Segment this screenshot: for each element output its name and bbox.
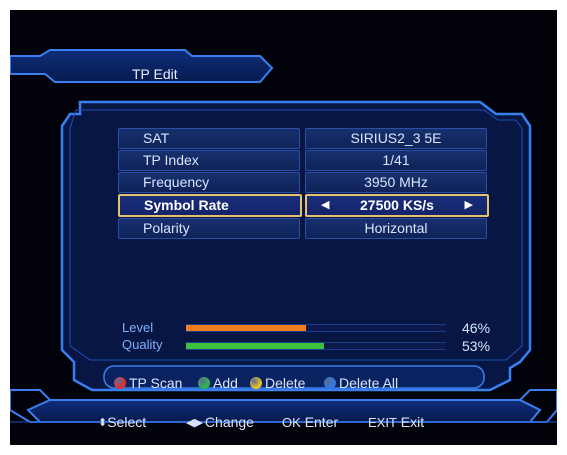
row-value-cell: ◀ 27500 KS/s ▶: [305, 194, 489, 217]
row-label: Polarity: [143, 220, 190, 236]
legend-label: Add: [213, 375, 238, 391]
row-label-cell: Symbol Rate: [118, 194, 302, 217]
row-value: 3950 MHz: [364, 174, 428, 190]
level-value: 46%: [462, 320, 491, 336]
hint-label: Select: [107, 414, 147, 430]
row-value: 27500 KS/s: [360, 197, 434, 213]
up-down-arrows-icon: ⬍: [98, 417, 108, 429]
quality-label: Quality: [122, 337, 163, 352]
tp-edit-screen: TP Edit SAT SIRIUS2_3 5E TP Index 1/41 F…: [10, 10, 557, 445]
hint-key: OK: [282, 415, 301, 430]
legend-label: TP Scan: [129, 375, 183, 391]
row-value-cell: SIRIUS2_3 5E: [305, 128, 487, 149]
hint-label: Enter: [304, 414, 339, 430]
left-right-arrows-icon: ◀▶: [186, 417, 203, 429]
quality-bar: [186, 342, 446, 350]
legend-tp-scan[interactable]: TP Scan: [114, 375, 182, 391]
right-arrow-icon[interactable]: ▶: [465, 198, 473, 211]
row-label: TP Index: [143, 152, 199, 168]
hint-exit: EXIT Exit: [368, 414, 424, 430]
row-value-cell: Horizontal: [305, 218, 487, 239]
row-label-cell: TP Index: [118, 150, 300, 171]
row-label: Frequency: [143, 174, 210, 190]
legend-delete-all[interactable]: Delete All: [324, 375, 398, 391]
legend-add[interactable]: Add: [198, 375, 238, 391]
quality-value: 53%: [462, 338, 491, 354]
row-label: SAT: [143, 130, 170, 146]
level-bar-fill: [186, 325, 306, 331]
legend-delete[interactable]: Delete: [250, 375, 305, 391]
green-button-icon: [198, 377, 210, 389]
legend-label: Delete: [265, 375, 306, 391]
row-label-cell: Frequency: [118, 172, 300, 193]
row-value: SIRIUS2_3 5E: [350, 130, 442, 146]
yellow-button-icon: [250, 377, 262, 389]
hint-change: ◀▶ Change: [186, 414, 254, 430]
hint-label: Exit: [400, 414, 425, 430]
row-label-cell: SAT: [118, 128, 300, 149]
hint-key: EXIT: [368, 415, 397, 430]
hint-enter: OK Enter: [282, 414, 338, 430]
row-value: Horizontal: [364, 220, 428, 236]
row-label-cell: Polarity: [118, 218, 300, 239]
level-bar: [186, 324, 446, 332]
row-label: Symbol Rate: [144, 197, 229, 213]
row-value: 1/41: [382, 152, 410, 168]
level-label: Level: [122, 320, 154, 335]
row-value-cell: 3950 MHz: [305, 172, 487, 193]
blue-button-icon: [324, 377, 336, 389]
quality-bar-fill: [186, 343, 324, 349]
hint-select: ⬍Select: [98, 414, 146, 430]
row-value-cell: 1/41: [305, 150, 487, 171]
red-button-icon: [114, 377, 126, 389]
hint-label: Change: [204, 414, 254, 430]
legend-label: Delete All: [339, 375, 399, 391]
page-title: TP Edit: [132, 66, 178, 82]
